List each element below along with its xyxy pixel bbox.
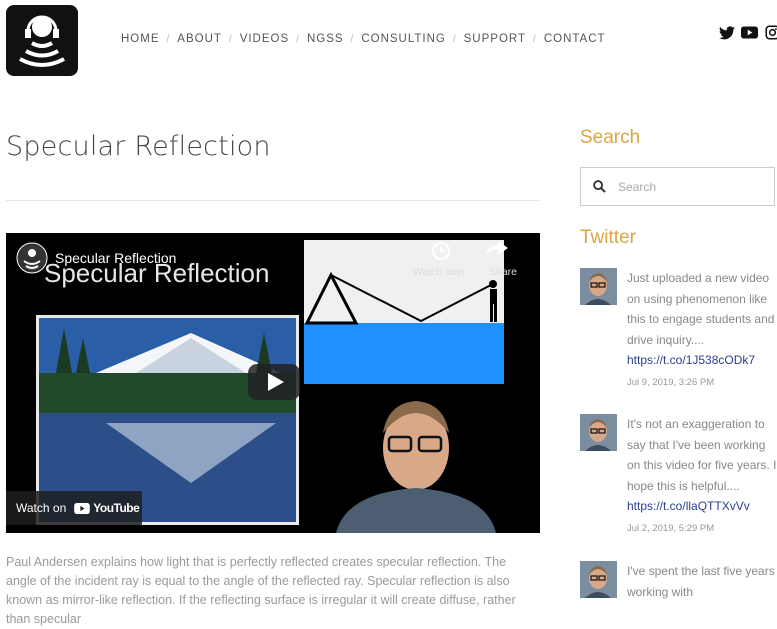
nav-ngss[interactable]: NGSS	[307, 33, 344, 45]
watch-later-button[interactable]: Watch later	[413, 266, 466, 278]
youtube-logo-icon: YouTube	[74, 501, 140, 515]
video-embed[interactable]: Specular Reflection Specular Reflection …	[6, 233, 540, 533]
nav-contact[interactable]: CONTACT	[544, 33, 606, 45]
nav-support[interactable]: SUPPORT	[464, 33, 526, 45]
nav-videos[interactable]: VIDEOS	[240, 33, 289, 45]
page-title: Specular Reflection	[6, 131, 271, 162]
watch-on-label: Watch on	[16, 501, 67, 515]
nav-consulting[interactable]: CONSULTING	[361, 33, 446, 45]
avatar[interactable]	[580, 268, 617, 305]
tweet-text: I've spent the last five years working w…	[627, 564, 775, 599]
search-icon	[593, 180, 606, 193]
title-divider	[6, 200, 540, 201]
avatar[interactable]	[580, 414, 617, 451]
tweet-link[interactable]: https://t.co/llaQTTXvVv	[627, 496, 777, 517]
tweet-text: It's not an exaggeration to say that I'v…	[627, 417, 777, 493]
tweet-date[interactable]: Jul 9, 2019, 3:26 PM	[627, 371, 777, 395]
search-input[interactable]	[616, 178, 760, 195]
youtube-wordmark: YouTube	[93, 501, 140, 515]
main-nav: HOME / ABOUT / VIDEOS / NGSS / CONSULTIN…	[121, 33, 606, 45]
avatar[interactable]	[580, 561, 617, 598]
tweet-text: Just uploaded a new video on using pheno…	[627, 271, 775, 347]
tweet-link[interactable]: https://t.co/1J538cODk7	[627, 350, 777, 371]
youtube-icon[interactable]	[741, 24, 758, 41]
search-box[interactable]	[580, 167, 775, 206]
headphones-logo-icon	[19, 15, 65, 67]
search-heading: Search	[580, 127, 641, 148]
twitter-heading: Twitter	[580, 227, 636, 248]
social-links	[718, 24, 777, 41]
site-logo[interactable]	[6, 5, 78, 76]
video-description: Paul Andersen explains how light that is…	[6, 555, 516, 626]
watch-on-youtube-button[interactable]: Watch on YouTube	[6, 491, 142, 525]
nav-about[interactable]: ABOUT	[177, 33, 222, 45]
tweet-date[interactable]: Jul 2, 2019, 5:29 PM	[627, 517, 777, 541]
twitter-icon[interactable]	[718, 24, 735, 41]
nav-home[interactable]: HOME	[121, 33, 160, 45]
instagram-icon[interactable]	[764, 24, 777, 41]
share-button[interactable]: Share	[489, 266, 517, 278]
video-slide-title: Specular Reflection	[44, 258, 270, 288]
